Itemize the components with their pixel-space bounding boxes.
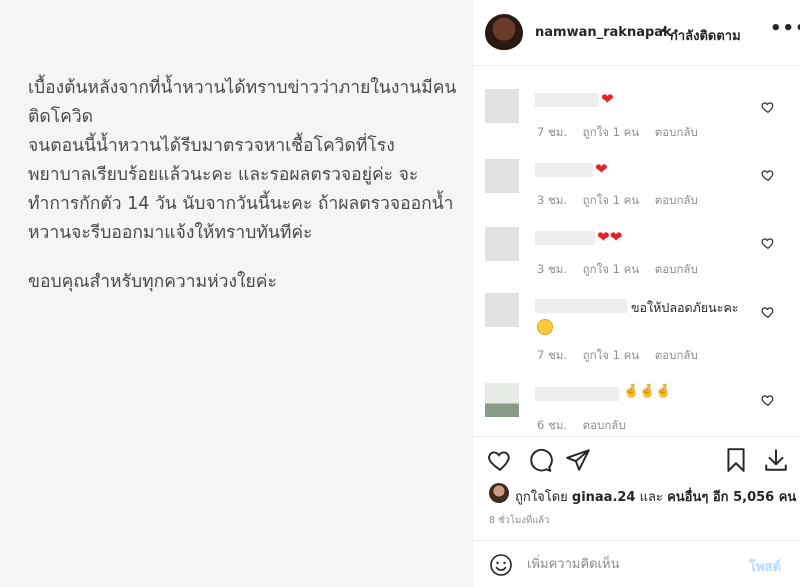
comment-avatar[interactable] [485, 383, 519, 417]
like-heart-icon[interactable] [487, 447, 513, 473]
comment-avatar[interactable] [485, 227, 519, 261]
comment-meta: 6 ชม. ตอบกลับ [537, 417, 638, 435]
heart-emoji: ❤ [595, 160, 608, 178]
others-likes-link[interactable]: คนอื่นๆ อีก 5,056 คน [667, 490, 796, 505]
like-comment-icon[interactable] [761, 236, 775, 250]
comment-avatar[interactable] [485, 293, 519, 327]
reply-button[interactable]: ตอบกลับ [655, 348, 698, 362]
reply-button[interactable]: ตอบกลับ [583, 418, 626, 432]
comment-likes-count[interactable]: ถูกใจ 1 คน [583, 193, 639, 207]
comment-meta: 7 ชม. ถูกใจ 1 คน ตอบกลับ [537, 347, 710, 365]
comment-meta: 3 ชม. ถูกใจ 1 คน ตอบกลับ [537, 261, 710, 279]
header-separator: • [660, 24, 668, 38]
comment-username-redacted[interactable] [535, 299, 627, 313]
liker-username[interactable]: ginaa.24 [572, 490, 636, 505]
comments-list[interactable]: ❤ 7 ชม. ถูกใจ 1 คน ตอบกลับ ❤ 3 ชม. ถูกใจ… [473, 67, 800, 435]
like-comment-icon[interactable] [761, 305, 775, 319]
post-header: namwan_raknapak • กำลังติดตาม ••• [473, 0, 800, 66]
post-time[interactable]: 8 ชั่วโมงที่แล้ว [489, 513, 549, 528]
post-comment-button[interactable]: โพสต์ [749, 556, 781, 577]
likes-middle: และ [639, 490, 663, 505]
comment-time: 7 ชม. [537, 348, 568, 362]
comment-time: 3 ชม. [537, 262, 568, 276]
comment-bubble-icon[interactable] [527, 447, 553, 473]
like-comment-icon[interactable] [761, 100, 775, 114]
following-button[interactable]: กำลังติดตาม [670, 25, 741, 46]
post-paragraph-2: ขอบคุณสำหรับทุกความห่วงใยค่ะ [28, 272, 277, 292]
comment-avatar[interactable] [485, 89, 519, 123]
heart-emoji: ❤❤ [597, 228, 623, 246]
comment-time: 6 ชม. [537, 418, 568, 432]
emoji-picker-icon[interactable] [489, 553, 513, 577]
likes-text: ถูกใจโดย ginaa.24 และ คนอื่นๆ อีก 5,056 … [515, 486, 796, 507]
comment-likes-count[interactable]: ถูกใจ 1 คน [583, 262, 639, 276]
post-paragraph-1: เบื้องต้นหลังจากที่น้ำหวานได้ทราบข่าวว่า… [28, 78, 457, 243]
post-side-panel: namwan_raknapak • กำลังติดตาม ••• ❤ 7 ชม… [472, 0, 800, 587]
post-image: เบื้องต้นหลังจากที่น้ำหวานได้ทราบข่าวว่า… [0, 0, 472, 587]
username-link[interactable]: namwan_raknapak [535, 25, 672, 40]
comment-text: ขอให้ปลอดภัยนะคะ [631, 300, 739, 315]
comment-likes-count[interactable]: ถูกใจ 1 คน [583, 348, 639, 362]
comment-username-redacted[interactable] [535, 387, 619, 401]
likes-prefix: ถูกใจโดย [515, 490, 568, 505]
comment-username-redacted[interactable] [535, 163, 593, 177]
like-comment-icon[interactable] [761, 168, 775, 182]
comment-avatar[interactable] [485, 159, 519, 193]
reply-button[interactable]: ตอบกลับ [655, 125, 698, 139]
more-options-icon[interactable]: ••• [770, 18, 800, 39]
add-comment-bar: โพสต์ [473, 540, 800, 587]
post-text: เบื้องต้นหลังจากที่น้ำหวานได้ทราบข่าวว่า… [28, 74, 458, 297]
smiling-face-emoji [537, 319, 553, 335]
crossed-fingers-emoji: 🤞🤞🤞 [623, 384, 672, 399]
reply-button[interactable]: ตอบกลับ [655, 262, 698, 276]
comment-username-redacted[interactable] [535, 93, 599, 107]
liker-avatar[interactable] [489, 483, 509, 503]
comment-time: 3 ชม. [537, 193, 568, 207]
post-actions: ถูกใจโดย ginaa.24 และ คนอื่นๆ อีก 5,056 … [473, 436, 800, 540]
reply-button[interactable]: ตอบกลับ [655, 193, 698, 207]
comment-likes-count[interactable]: ถูกใจ 1 คน [583, 125, 639, 139]
comment-meta: 3 ชม. ถูกใจ 1 คน ตอบกลับ [537, 192, 710, 210]
profile-avatar[interactable] [485, 14, 523, 52]
comment-time: 7 ชม. [537, 125, 568, 139]
share-send-icon[interactable] [565, 447, 591, 473]
bookmark-save-icon[interactable] [723, 447, 749, 473]
comment-meta: 7 ชม. ถูกใจ 1 คน ตอบกลับ [537, 124, 710, 142]
download-icon[interactable] [763, 447, 789, 473]
heart-emoji: ❤ [601, 90, 614, 108]
like-comment-icon[interactable] [761, 393, 775, 407]
comment-username-redacted[interactable] [535, 231, 595, 245]
comment-input[interactable] [527, 552, 737, 576]
